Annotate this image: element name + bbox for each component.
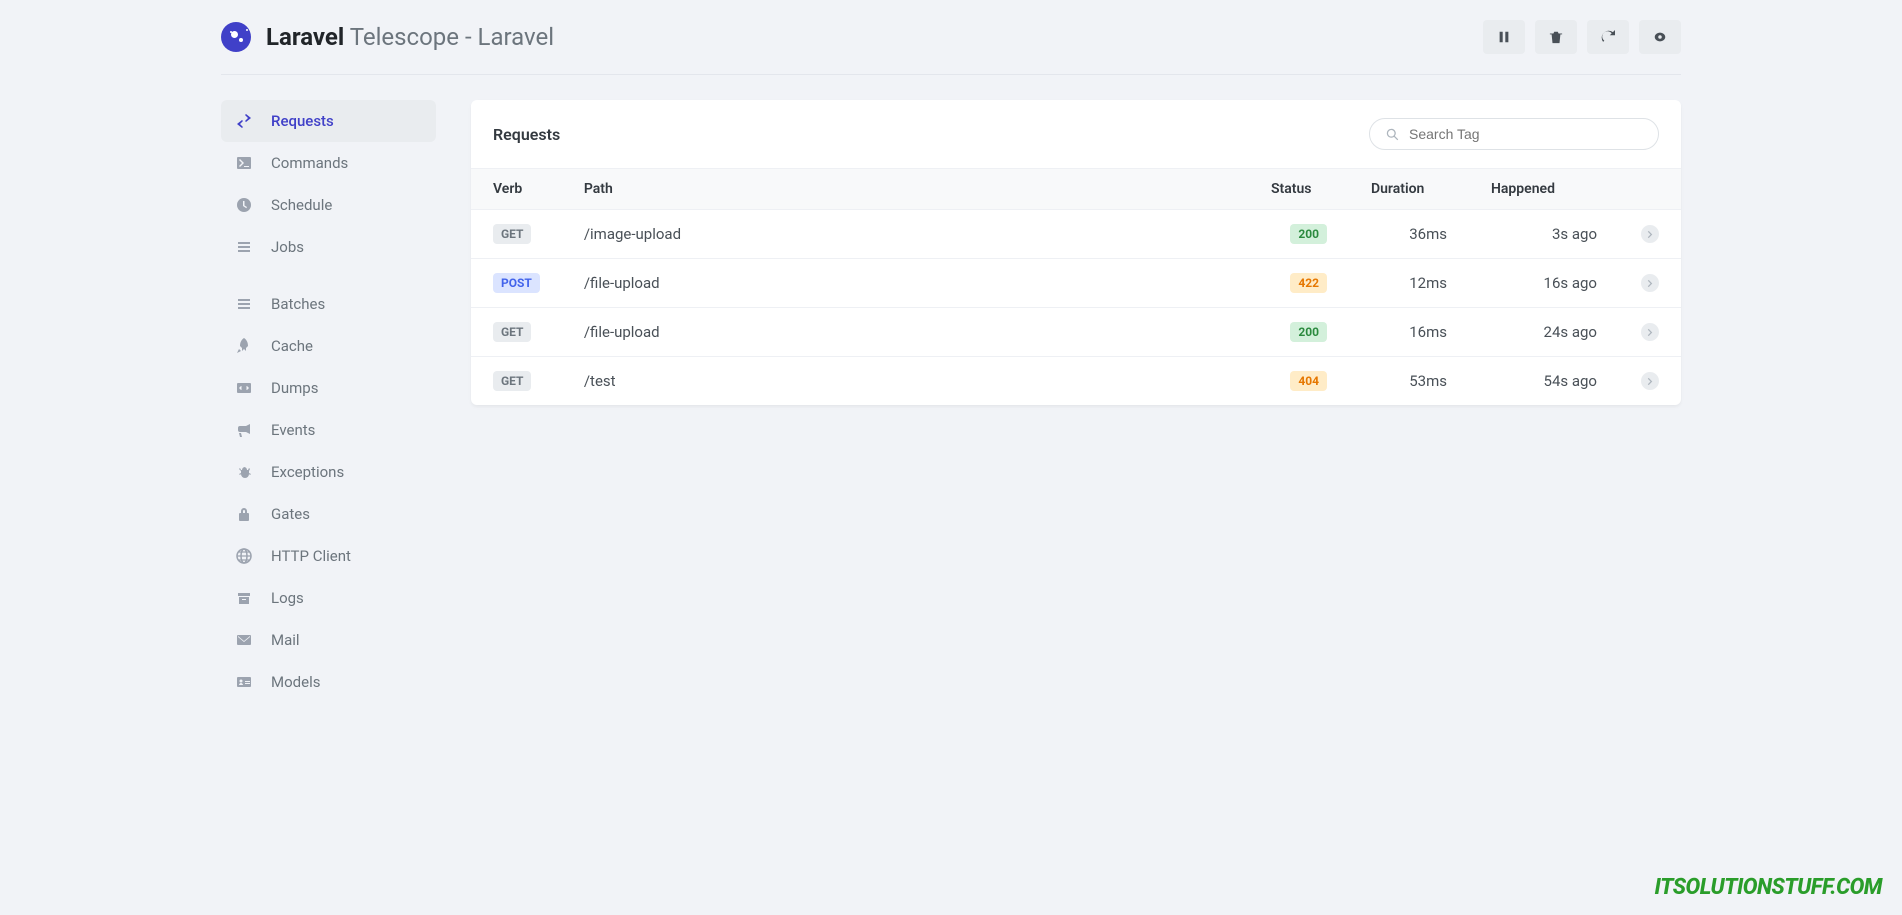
sidebar-item-mail[interactable]: Mail [221, 619, 436, 661]
sidebar-item-label: Events [271, 421, 315, 439]
path-cell: /test [562, 357, 1249, 406]
table-row: POST/file-upload 422 12ms16s ago [471, 259, 1681, 308]
duration-cell: 36ms [1349, 210, 1469, 259]
happened-cell: 24s ago [1469, 308, 1619, 357]
sidebar-item-label: Logs [271, 589, 304, 607]
th-status: Status [1249, 169, 1349, 210]
sidebar-item-dumps[interactable]: Dumps [221, 367, 436, 409]
sidebar-item-label: Cache [271, 337, 313, 355]
mail-icon [235, 632, 253, 648]
table-row: GET/test 404 53ms54s ago [471, 357, 1681, 406]
sidebar-item-label: Models [271, 673, 320, 691]
verb-badge: GET [493, 224, 531, 244]
id-icon [235, 674, 253, 690]
sidebar-item-gates[interactable]: Gates [221, 493, 436, 535]
requests-table: Verb Path Status Duration Happened GET/i… [471, 168, 1681, 405]
th-path: Path [562, 169, 1249, 210]
sidebar-item-jobs[interactable]: Jobs [221, 226, 436, 268]
watermark: ITSOLUTIONSTUFF.COM [1655, 875, 1882, 900]
duration-cell: 16ms [1349, 308, 1469, 357]
terminal-icon [235, 155, 253, 171]
sidebar-item-requests[interactable]: Requests [221, 100, 436, 142]
code-icon [235, 380, 253, 396]
sidebar-item-exceptions[interactable]: Exceptions [221, 451, 436, 493]
clock-icon [235, 197, 253, 213]
path-cell: /file-upload [562, 259, 1249, 308]
bullhorn-icon [235, 422, 253, 438]
panel-title: Requests [493, 125, 560, 144]
sidebar-item-schedule[interactable]: Schedule [221, 184, 436, 226]
toggle-dark-mode-button[interactable] [1639, 20, 1681, 54]
rocket-icon [235, 338, 253, 354]
view-details-button[interactable] [1641, 323, 1659, 341]
happened-cell: 16s ago [1469, 259, 1619, 308]
sidebar-item-label: Requests [271, 112, 334, 130]
sidebar-item-label: Commands [271, 154, 348, 172]
header: Laravel Telescope - Laravel [221, 0, 1681, 75]
th-happened: Happened [1469, 169, 1619, 210]
lock-icon [235, 506, 253, 522]
status-badge: 422 [1290, 273, 1327, 293]
view-details-button[interactable] [1641, 274, 1659, 292]
page-title: Laravel Telescope - Laravel [266, 23, 554, 51]
sidebar-item-events[interactable]: Events [221, 409, 436, 451]
happened-cell: 3s ago [1469, 210, 1619, 259]
search-input[interactable] [1409, 126, 1642, 142]
sidebar-item-label: Batches [271, 295, 325, 313]
sidebar-item-commands[interactable]: Commands [221, 142, 436, 184]
th-verb: Verb [471, 169, 562, 210]
view-details-button[interactable] [1641, 225, 1659, 243]
requests-panel: Requests Verb Path Status Duration Happe [471, 100, 1681, 405]
duration-cell: 53ms [1349, 357, 1469, 406]
pause-button[interactable] [1483, 20, 1525, 54]
verb-badge: POST [493, 273, 540, 293]
path-cell: /file-upload [562, 308, 1249, 357]
happened-cell: 54s ago [1469, 357, 1619, 406]
swap-icon [235, 113, 253, 129]
sidebar-item-models[interactable]: Models [221, 661, 436, 703]
verb-badge: GET [493, 322, 531, 342]
status-badge: 200 [1290, 322, 1327, 342]
path-cell: /image-upload [562, 210, 1249, 259]
sidebar-item-label: Dumps [271, 379, 318, 397]
sidebar-item-label: HTTP Client [271, 547, 351, 565]
verb-badge: GET [493, 371, 531, 391]
refresh-button[interactable] [1587, 20, 1629, 54]
table-row: GET/file-upload 200 16ms24s ago [471, 308, 1681, 357]
globe-icon [235, 548, 253, 564]
stack-icon [235, 239, 253, 255]
sidebar-item-label: Mail [271, 631, 300, 649]
view-details-button[interactable] [1641, 372, 1659, 390]
sidebar: Requests Commands Schedule Jobs Batches Cache… [221, 100, 436, 703]
sidebar-item-cache[interactable]: Cache [221, 325, 436, 367]
sidebar-item-label: Exceptions [271, 463, 344, 481]
bug-icon [235, 464, 253, 480]
sidebar-item-label: Jobs [271, 238, 304, 256]
search-icon [1386, 128, 1399, 141]
table-row: GET/image-upload 200 36ms3s ago [471, 210, 1681, 259]
archive-icon [235, 590, 253, 606]
sidebar-item-logs[interactable]: Logs [221, 577, 436, 619]
sidebar-item-label: Gates [271, 505, 310, 523]
header-actions [1483, 20, 1681, 54]
sidebar-item-http-client[interactable]: HTTP Client [221, 535, 436, 577]
status-badge: 404 [1290, 371, 1327, 391]
sidebar-item-batches[interactable]: Batches [221, 283, 436, 325]
telescope-logo-icon [221, 22, 251, 52]
sidebar-item-label: Schedule [271, 196, 332, 214]
th-action [1619, 169, 1681, 210]
search-box[interactable] [1369, 118, 1659, 150]
stack-icon [235, 296, 253, 312]
clear-entries-button[interactable] [1535, 20, 1577, 54]
th-duration: Duration [1349, 169, 1469, 210]
duration-cell: 12ms [1349, 259, 1469, 308]
status-badge: 200 [1290, 224, 1327, 244]
